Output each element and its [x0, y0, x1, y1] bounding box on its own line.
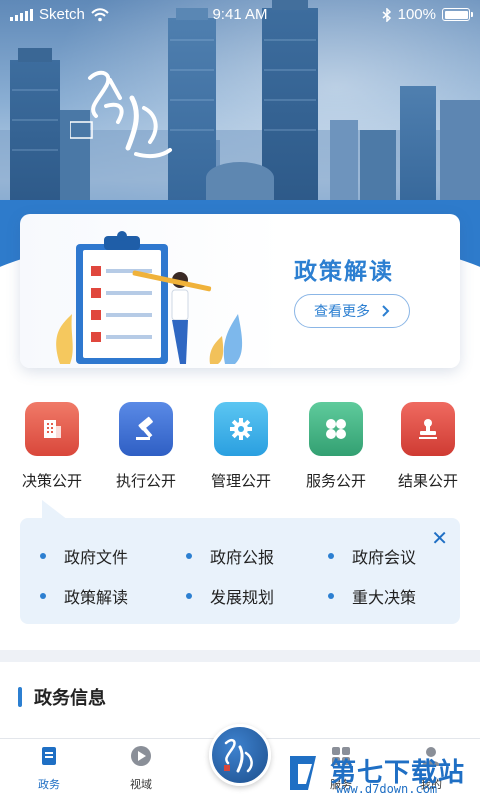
quick-action-management[interactable]: 管理公开	[193, 402, 289, 491]
quick-actions: 决策公开 执行公开 管理公开 服务公开 结果公开	[0, 402, 480, 492]
app-screen: Sketch 9:41 AM 100% 政策解读 查看更多 决策公开 执行公开 …	[0, 0, 480, 800]
submenu-pointer	[42, 500, 68, 520]
quick-action-execution[interactable]: 执行公开	[98, 402, 194, 491]
view-more-label: 查看更多	[314, 304, 370, 320]
banner-title: 政策解读	[294, 259, 394, 285]
quick-action-label: 结果公开	[397, 472, 458, 490]
view-more-button[interactable]: 查看更多	[294, 294, 410, 328]
battery-percent: 100%	[397, 6, 436, 23]
bluetooth-icon	[382, 7, 391, 22]
document-icon	[42, 747, 56, 765]
quick-action-label: 服务公开	[305, 472, 366, 490]
section-divider	[0, 650, 480, 662]
submenu-item[interactable]: 政府公报	[186, 544, 274, 568]
tab-government[interactable]: 政务	[14, 745, 84, 792]
battery-icon	[442, 8, 473, 21]
status-bar: Sketch 9:41 AM 100%	[0, 0, 480, 30]
section-title: 政务信息	[34, 688, 106, 709]
section-accent-bar	[18, 687, 22, 707]
quick-action-service[interactable]: 服务公开	[288, 402, 384, 491]
submenu-item[interactable]: 政府会议	[328, 544, 416, 568]
quick-action-label: 执行公开	[115, 472, 176, 490]
bullet-icon	[40, 593, 46, 599]
calligraphy-logo-icon	[224, 738, 253, 773]
tab-label: 视域	[130, 778, 152, 791]
bullet-icon	[40, 553, 46, 559]
calligraphy-logo	[70, 70, 172, 159]
play-icon	[131, 746, 151, 766]
gavel-icon	[119, 402, 173, 456]
chevron-right-icon	[382, 305, 390, 317]
submenu-item[interactable]: 政策解读	[40, 584, 128, 608]
bullet-icon	[328, 553, 334, 559]
stamp-icon	[401, 402, 455, 456]
section-header: 政务信息	[18, 684, 106, 710]
bullet-icon	[328, 593, 334, 599]
clover-icon	[309, 402, 363, 456]
quick-action-result[interactable]: 结果公开	[380, 402, 476, 491]
bullet-icon	[186, 553, 192, 559]
quick-action-decision[interactable]: 决策公开	[4, 402, 100, 491]
tab-label: 政务	[38, 778, 60, 791]
center-logo-button[interactable]	[209, 724, 271, 786]
tab-video[interactable]: 视域	[106, 745, 176, 792]
clipboard-illustration	[56, 231, 243, 364]
policy-banner-card[interactable]: 政策解读 查看更多	[20, 214, 460, 368]
quick-action-label: 管理公开	[210, 472, 271, 490]
submenu-item[interactable]: 发展规划	[186, 584, 274, 608]
submenu-panel: ✕ 政府文件 政府公报 政府会议 政策解读 发展规划 重大决策	[20, 518, 460, 624]
bullet-icon	[186, 593, 192, 599]
watermark-url: www.d7down.com	[336, 782, 438, 796]
quick-action-label: 决策公开	[21, 472, 82, 490]
submenu-item[interactable]: 重大决策	[328, 584, 416, 608]
close-icon[interactable]: ✕	[431, 526, 448, 550]
gear-icon	[214, 402, 268, 456]
submenu-item[interactable]: 政府文件	[40, 544, 128, 568]
building-icon	[25, 402, 79, 456]
